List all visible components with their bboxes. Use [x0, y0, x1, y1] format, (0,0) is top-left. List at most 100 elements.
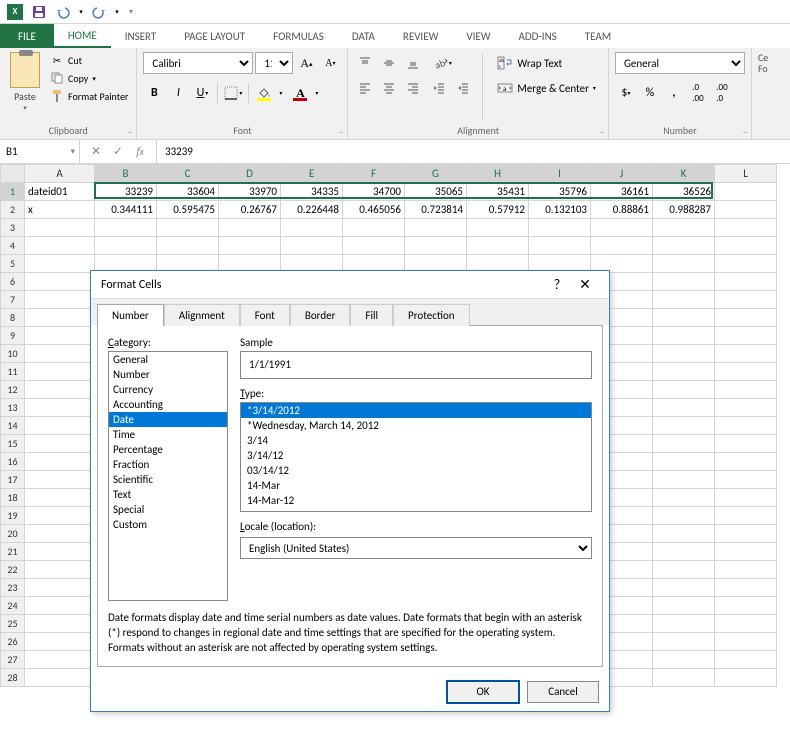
col-header-I[interactable]: I: [529, 165, 591, 183]
col-header-F[interactable]: F: [343, 165, 405, 183]
cell-B4[interactable]: [95, 237, 157, 255]
cell-K19[interactable]: [653, 507, 715, 525]
cell-A20[interactable]: [25, 525, 95, 543]
category-item-number[interactable]: Number: [109, 367, 227, 382]
row-header-9[interactable]: 9: [1, 327, 25, 345]
cell-A11[interactable]: [25, 363, 95, 381]
enter-formula-button[interactable]: ✓: [108, 142, 128, 162]
row-header-11[interactable]: 11: [1, 363, 25, 381]
cell-L20[interactable]: [715, 525, 777, 543]
locale-select[interactable]: English (United States): [240, 537, 592, 559]
cell-F4[interactable]: [343, 237, 405, 255]
cell-K28[interactable]: [653, 669, 715, 687]
col-header-A[interactable]: A: [25, 165, 95, 183]
cell-L18[interactable]: [715, 489, 777, 507]
row-header-7[interactable]: 7: [1, 291, 25, 309]
name-box[interactable]: B1: [0, 140, 80, 163]
cell-L15[interactable]: [715, 435, 777, 453]
cancel-button[interactable]: Cancel: [527, 681, 599, 703]
excel-icon[interactable]: X: [4, 2, 26, 22]
col-header-D[interactable]: D: [219, 165, 281, 183]
cell-G4[interactable]: [405, 237, 467, 255]
tab-addins[interactable]: ADD-INS: [505, 24, 571, 48]
cell-A19[interactable]: [25, 507, 95, 525]
cell-A13[interactable]: [25, 399, 95, 417]
accounting-format-button[interactable]: $▾: [615, 82, 637, 104]
decrease-font-button[interactable]: A▾: [319, 52, 341, 74]
cell-K9[interactable]: [653, 327, 715, 345]
row-header-2[interactable]: 2: [1, 201, 25, 219]
cell-E1[interactable]: 34335: [281, 183, 343, 201]
cell-L23[interactable]: [715, 579, 777, 597]
cell-K22[interactable]: [653, 561, 715, 579]
cell-G3[interactable]: [405, 219, 467, 237]
italic-button[interactable]: I: [167, 82, 189, 104]
paste-button[interactable]: Paste ▾: [6, 52, 44, 122]
col-header-J[interactable]: J: [591, 165, 653, 183]
cell-L12[interactable]: [715, 381, 777, 399]
cancel-formula-button[interactable]: ✕: [86, 142, 106, 162]
row-header-3[interactable]: 3: [1, 219, 25, 237]
align-bottom-button[interactable]: [402, 52, 424, 74]
cell-D3[interactable]: [219, 219, 281, 237]
row-header-17[interactable]: 17: [1, 471, 25, 489]
cell-A23[interactable]: [25, 579, 95, 597]
cell-A7[interactable]: [25, 291, 95, 309]
increase-decimal-button[interactable]: .0.00: [687, 82, 709, 104]
cut-button[interactable]: ✂ Cut: [48, 52, 130, 68]
cell-G1[interactable]: 35065: [405, 183, 467, 201]
cell-A21[interactable]: [25, 543, 95, 561]
cell-J4[interactable]: [591, 237, 653, 255]
cell-K14[interactable]: [653, 417, 715, 435]
category-item-text[interactable]: Text: [109, 487, 227, 502]
cell-K26[interactable]: [653, 633, 715, 651]
col-header-G[interactable]: G: [405, 165, 467, 183]
cell-A4[interactable]: [25, 237, 95, 255]
cell-K15[interactable]: [653, 435, 715, 453]
cell-L16[interactable]: [715, 453, 777, 471]
cell-A5[interactable]: [25, 255, 95, 273]
cell-L26[interactable]: [715, 633, 777, 651]
increase-font-button[interactable]: A▴: [295, 52, 317, 74]
cell-L13[interactable]: [715, 399, 777, 417]
align-center-button[interactable]: [378, 77, 400, 99]
cell-L21[interactable]: [715, 543, 777, 561]
cell-B2[interactable]: 0.344111: [95, 201, 157, 219]
cell-A27[interactable]: [25, 651, 95, 669]
dialog-help-button[interactable]: ?: [543, 273, 571, 297]
formula-input[interactable]: 33239: [157, 140, 790, 163]
bold-button[interactable]: B: [143, 82, 165, 104]
cell-H4[interactable]: [467, 237, 529, 255]
dialog-tab-fill[interactable]: Fill: [350, 304, 393, 326]
redo-dropdown[interactable]: ▾: [112, 2, 122, 22]
cell-A26[interactable]: [25, 633, 95, 651]
cell-L19[interactable]: [715, 507, 777, 525]
cell-C1[interactable]: 33604: [157, 183, 219, 201]
cell-G2[interactable]: 0.723814: [405, 201, 467, 219]
cell-C3[interactable]: [157, 219, 219, 237]
cell-C2[interactable]: 0.595475: [157, 201, 219, 219]
row-header-28[interactable]: 28: [1, 669, 25, 687]
cell-J2[interactable]: 0.88861: [591, 201, 653, 219]
percent-format-button[interactable]: %: [639, 82, 661, 104]
cell-A18[interactable]: [25, 489, 95, 507]
cell-A10[interactable]: [25, 345, 95, 363]
tab-view[interactable]: VIEW: [452, 24, 504, 48]
cell-K17[interactable]: [653, 471, 715, 489]
cell-L24[interactable]: [715, 597, 777, 615]
cell-K16[interactable]: [653, 453, 715, 471]
tab-insert[interactable]: INSERT: [111, 24, 171, 48]
number-format-select[interactable]: General: [615, 52, 745, 74]
underline-button[interactable]: U▾: [191, 82, 213, 104]
cell-L9[interactable]: [715, 327, 777, 345]
row-header-12[interactable]: 12: [1, 381, 25, 399]
cell-K25[interactable]: [653, 615, 715, 633]
borders-button[interactable]: ▾: [222, 82, 244, 104]
cell-K27[interactable]: [653, 651, 715, 669]
cell-A28[interactable]: [25, 669, 95, 687]
cell-K6[interactable]: [653, 273, 715, 291]
cell-L28[interactable]: [715, 669, 777, 687]
redo-button[interactable]: [88, 2, 110, 22]
decrease-decimal-button[interactable]: .00.0: [711, 82, 733, 104]
cell-A22[interactable]: [25, 561, 95, 579]
